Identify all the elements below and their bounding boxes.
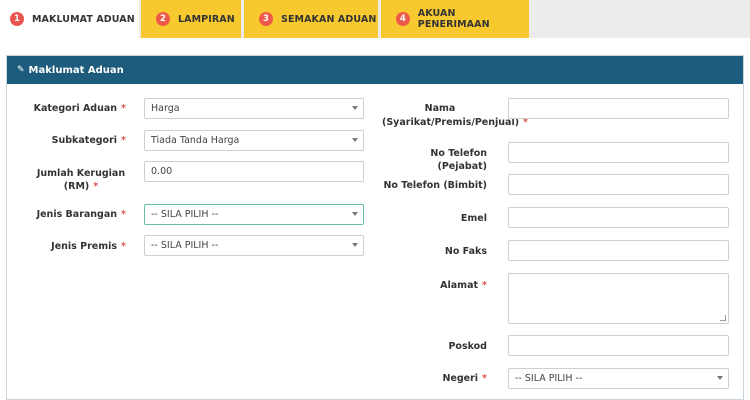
tel-pejabat-input[interactable] — [508, 142, 729, 163]
faks-input[interactable] — [508, 240, 729, 261]
required-mark: * — [121, 135, 126, 146]
step-number-badge: 2 — [156, 12, 170, 26]
tel-pejabat-label: No Telefon (Pejabat) — [430, 148, 487, 172]
chevron-down-icon — [352, 106, 358, 110]
faks-label: No Faks — [444, 246, 487, 257]
chevron-down-icon — [352, 243, 358, 247]
select-value: Harga — [151, 103, 180, 114]
tab-lampiran[interactable]: 2 LAMPIRAN — [141, 0, 241, 38]
tag-icon: ✎ — [17, 65, 25, 75]
jumlah-kerugian-input[interactable]: 0.00 — [144, 161, 364, 182]
subkategori-select[interactable]: Tiada Tanda Harga — [144, 130, 364, 151]
tab-label: LAMPIRAN — [178, 13, 235, 25]
panel-header: ✎ Maklumat Aduan — [7, 56, 743, 84]
required-mark: * — [121, 103, 126, 114]
tab-maklumat-aduan[interactable]: 1 MAKLUMAT ADUAN — [0, 0, 139, 38]
wizard-tabs: 1 MAKLUMAT ADUAN 2 LAMPIRAN 3 SEMAKAN AD… — [0, 0, 750, 38]
tab-akuan-penerimaan[interactable]: 4 AKUAN PENERIMAAN — [381, 0, 529, 38]
required-mark: * — [93, 181, 99, 192]
select-value: -- SILA PILIH -- — [151, 240, 219, 251]
jenis-premis-label: Jenis Premis * — [51, 241, 126, 252]
alamat-textarea[interactable] — [508, 273, 729, 324]
required-mark: * — [121, 241, 126, 252]
step-number-badge: 4 — [396, 12, 410, 26]
chevron-down-icon — [352, 212, 358, 216]
select-value: -- SILA PILIH -- — [515, 373, 583, 384]
input-value: 0.00 — [151, 166, 173, 177]
jenis-barangan-select[interactable]: -- SILA PILIH -- — [144, 204, 364, 225]
nama-syarikat-input[interactable] — [508, 98, 729, 119]
alamat-label: Alamat * — [440, 280, 487, 291]
poskod-label: Poskod — [448, 341, 487, 352]
step-number-badge: 1 — [10, 12, 24, 26]
required-mark: * — [482, 280, 487, 291]
emel-input[interactable] — [508, 207, 729, 228]
emel-label: Emel — [460, 213, 487, 224]
resize-handle-icon[interactable] — [720, 315, 726, 321]
tab-label: SEMAKAN ADUAN — [281, 13, 377, 25]
tab-semakan-aduan[interactable]: 3 SEMAKAN ADUAN — [244, 0, 378, 38]
select-value: Tiada Tanda Harga — [151, 135, 240, 146]
panel-title: Maklumat Aduan — [28, 64, 124, 76]
tab-label: MAKLUMAT ADUAN — [32, 13, 135, 25]
chevron-down-icon — [352, 138, 358, 142]
tel-bimbit-input[interactable] — [508, 174, 729, 195]
jumlah-kerugian-label: Jumlah Kerugian (RM) * — [36, 168, 126, 192]
required-mark: * — [121, 209, 126, 220]
select-value: -- SILA PILIH -- — [151, 209, 219, 220]
poskod-input[interactable] — [508, 335, 729, 356]
kategori-aduan-label: Kategori Aduan * — [33, 103, 126, 114]
chevron-down-icon — [717, 376, 723, 380]
negeri-select[interactable]: -- SILA PILIH -- — [508, 368, 729, 389]
required-mark: * — [482, 373, 487, 384]
kategori-aduan-select[interactable]: Harga — [144, 98, 364, 119]
subkategori-label: Subkategori * — [51, 135, 126, 146]
tab-label: AKUAN PENERIMAAN — [417, 8, 490, 30]
jenis-barangan-label: Jenis Barangan * — [36, 209, 126, 220]
negeri-label: Negeri * — [442, 373, 487, 384]
jenis-premis-select[interactable]: -- SILA PILIH -- — [144, 235, 364, 256]
tel-bimbit-label: No Telefon (Bimbit) — [383, 180, 487, 191]
step-number-badge: 3 — [259, 12, 273, 26]
nama-syarikat-sublabel: (Syarikat/Premis/Penjual) * — [382, 117, 529, 128]
nama-syarikat-label: Nama — [424, 103, 456, 114]
